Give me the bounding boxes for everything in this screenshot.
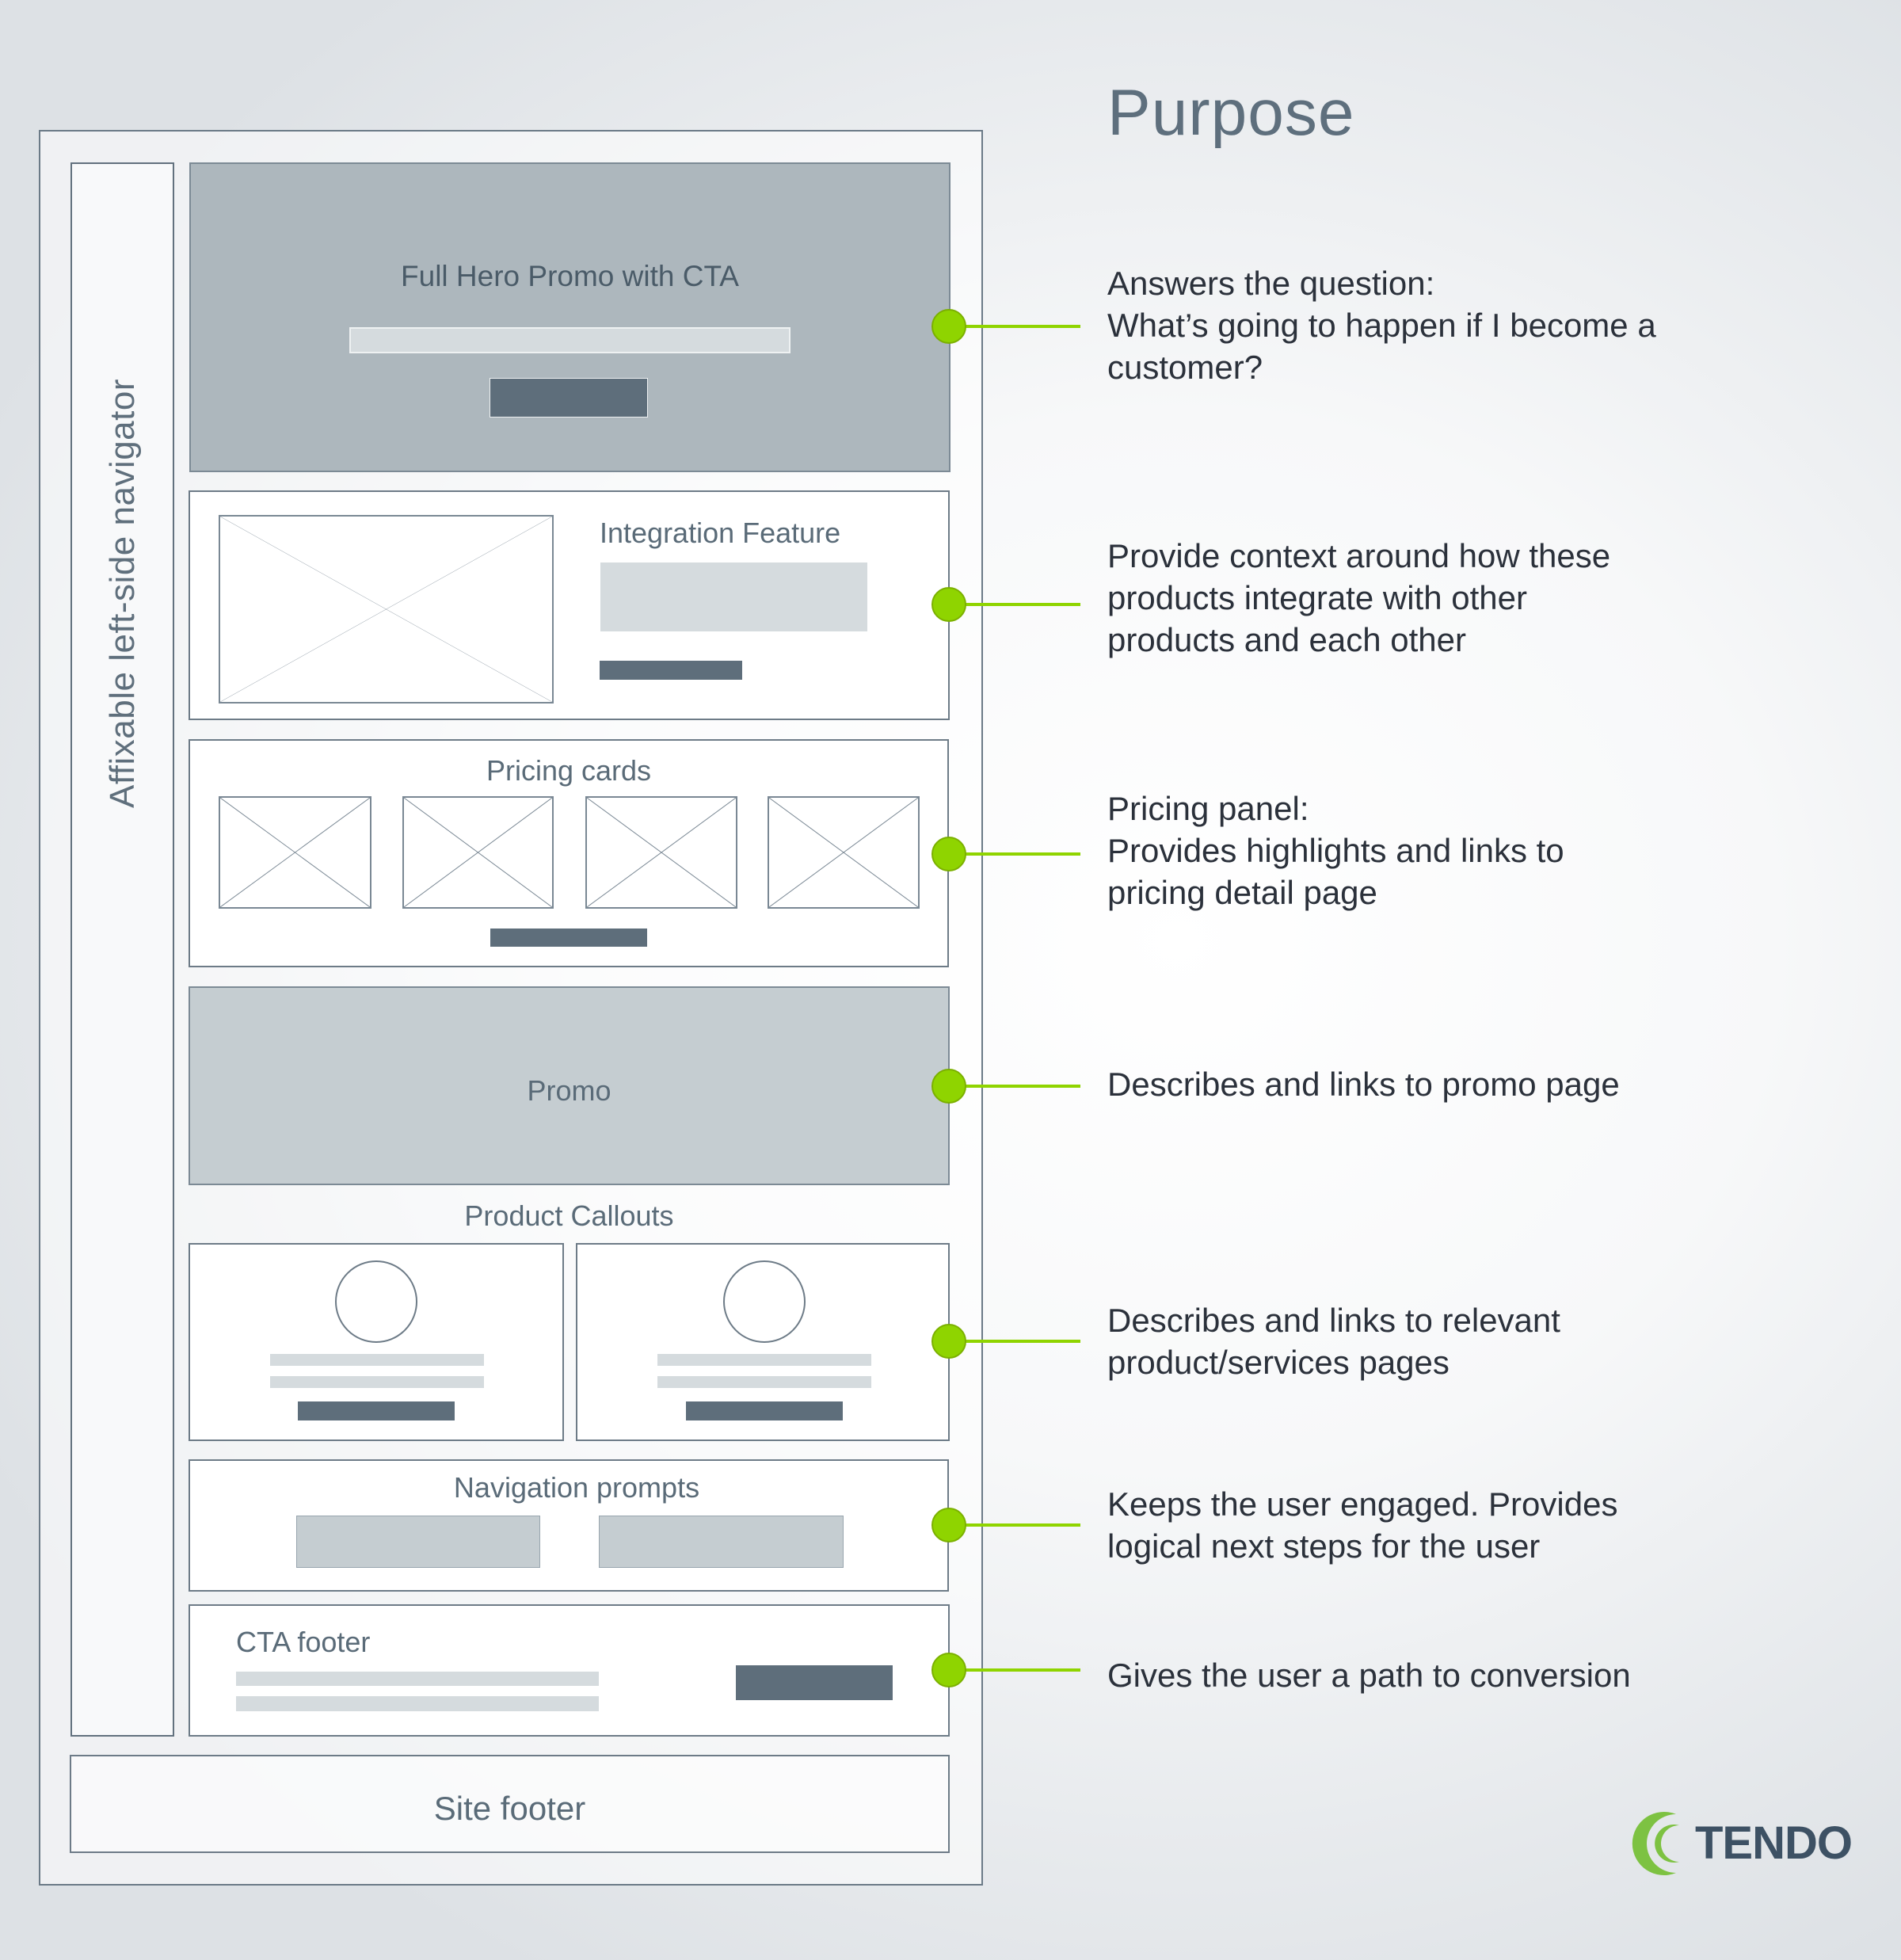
connector-dot-icon [931,1324,966,1359]
connector-dot-icon [931,837,966,871]
tendo-swirl-icon [1630,1808,1701,1879]
pricing-title: Pricing cards [486,754,652,787]
annotation-line: Keeps the user engaged. Provides [1107,1485,1618,1523]
annotation-line: products and each other [1107,621,1466,658]
connector-line [949,852,1080,856]
hero-text-placeholder [349,327,790,353]
annotation-line: What’s going to happen if I become a [1107,307,1656,344]
connector-line [949,1340,1080,1343]
left-navigator-label-wrap: Affixable left-side navigator [70,379,174,808]
pricing-link-button [490,929,647,947]
integration-image-placeholder [219,515,554,704]
annotation-line: logical next steps for the user [1107,1527,1541,1565]
purpose-title: Purpose [1107,77,1355,149]
pricing-card [402,796,554,909]
annotation-line: Describes and links to promo page [1107,1066,1620,1103]
product-callout-button [298,1401,455,1420]
product-icon-placeholder [723,1260,806,1343]
annotation-line: Provides highlights and links to [1107,832,1564,869]
text-line-placeholder [236,1672,599,1686]
text-line-placeholder [270,1354,484,1366]
annotation-line: Provide context around how these [1107,537,1611,574]
connector-line [949,603,1080,606]
connector-dot-icon [931,1508,966,1542]
image-placeholder-icon [220,517,552,702]
annotation-integration: Provide context around how these product… [1107,535,1610,661]
annotation-cta-footer: Gives the user a path to conversion [1107,1654,1631,1696]
cta-footer-button [736,1665,893,1700]
product-icon-placeholder [335,1260,417,1343]
hero-title: Full Hero Promo with CTA [401,260,739,292]
connector-line [949,1668,1080,1672]
annotation-line: Answers the question: [1107,265,1435,302]
navigation-prompt-placeholder [296,1516,540,1568]
annotation-line: pricing detail page [1107,874,1377,911]
annotation-product-callouts: Describes and links to relevant product/… [1107,1299,1560,1383]
navigation-prompt-placeholder [599,1516,844,1568]
annotation-line: Describes and links to relevant [1107,1302,1560,1339]
image-placeholder-icon [587,798,736,907]
annotation-line: products integrate with other [1107,579,1527,616]
annotation-hero: Answers the question: What’s going to ha… [1107,262,1656,388]
text-line-placeholder [657,1376,871,1388]
connector-line [949,325,1080,328]
text-line-placeholder [270,1376,484,1388]
integration-link-button [600,661,742,680]
connector-line [949,1085,1080,1088]
image-placeholder-icon [220,798,370,907]
product-callout-button [686,1401,843,1420]
connector-dot-icon [931,309,966,344]
tendo-logo-text: TENDO [1695,1817,1853,1869]
annotation-pricing: Pricing panel: Provides highlights and l… [1107,787,1564,913]
left-navigator-label: Affixable left-side navigator [102,379,142,808]
annotation-line: Pricing panel: [1107,790,1309,827]
connector-dot-icon [931,587,966,622]
pricing-card [768,796,920,909]
hero-cta-button [490,378,648,418]
site-footer-title: Site footer [433,1790,586,1827]
connector-dot-icon [931,1653,966,1687]
annotation-navigation-prompts: Keeps the user engaged. Provides logical… [1107,1483,1617,1567]
image-placeholder-icon [404,798,552,907]
cta-footer-title: CTA footer [236,1626,371,1658]
image-placeholder-icon [769,798,918,907]
navigation-prompts-title: Navigation prompts [453,1471,700,1504]
pricing-card [585,796,737,909]
integration-title: Integration Feature [600,517,841,549]
annotation-line: Gives the user a path to conversion [1107,1657,1631,1694]
integration-text-placeholder [600,562,867,631]
text-line-placeholder [236,1696,599,1711]
product-callouts-title: Product Callouts [464,1199,674,1232]
text-line-placeholder [657,1354,871,1366]
promo-title: Promo [527,1074,611,1107]
annotation-line: product/services pages [1107,1344,1450,1381]
hero-section [189,162,950,472]
pricing-card [219,796,371,909]
annotation-promo: Describes and links to promo page [1107,1063,1620,1105]
annotation-line: customer? [1107,349,1263,386]
connector-line [949,1523,1080,1527]
connector-dot-icon [931,1069,966,1104]
